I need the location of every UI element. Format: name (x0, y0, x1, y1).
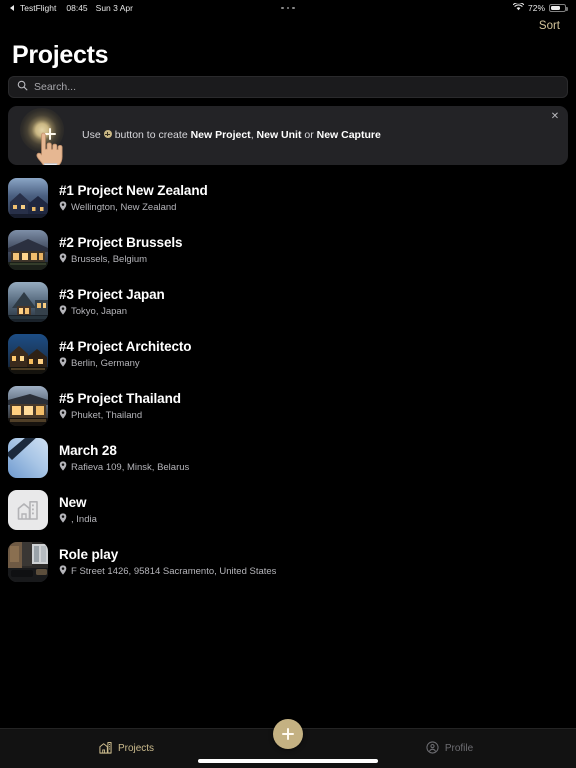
status-bar-date: Sun 3 Apr (95, 3, 133, 13)
project-title: New (59, 494, 87, 510)
project-row-texts: #5 Project Thailand Phuket, Thailand (59, 391, 181, 422)
project-location-text: Berlin, Germany (71, 357, 140, 369)
project-row-texts: New , India (59, 495, 97, 526)
building-icon (99, 741, 112, 757)
location-pin-icon (59, 200, 67, 214)
project-row[interactable]: #1 Project New Zealand Wellington, New Ze… (0, 172, 576, 224)
back-arrow-icon[interactable] (10, 5, 14, 11)
project-location: Berlin, Germany (59, 356, 191, 370)
project-location: Wellington, New Zealand (59, 200, 208, 214)
status-bar-back-app[interactable]: TestFlight (20, 3, 56, 13)
project-title: #2 Project Brussels (59, 234, 183, 250)
project-location-text: F Street 1426, 95814 Sacramento, United … (71, 565, 277, 577)
project-thumbnail (8, 386, 48, 426)
banner-text-middle: button to create (114, 128, 188, 141)
wifi-icon (512, 2, 525, 13)
project-row[interactable]: #2 Project Brussels Brussels, Belgium (0, 224, 576, 276)
location-pin-icon (59, 564, 67, 578)
project-location-text: Tokyo, Japan (71, 305, 127, 317)
location-pin-icon (59, 356, 67, 370)
status-bar-right: 72% (512, 2, 568, 13)
app-screen: TestFlight 08:45 Sun 3 Apr 72% Sort Proj… (0, 0, 576, 768)
banner-text-prefix: Use (82, 128, 101, 141)
location-pin-icon (59, 460, 67, 474)
project-thumbnail (8, 490, 48, 530)
project-location-text: , India (71, 513, 97, 525)
project-location-text: Brussels, Belgium (71, 253, 148, 265)
project-row[interactable]: New , India (0, 484, 576, 536)
sort-row: Sort (535, 18, 564, 34)
project-location: Tokyo, Japan (59, 304, 165, 318)
location-pin-icon (59, 304, 67, 318)
project-title: #1 Project New Zealand (59, 182, 208, 198)
plus-icon (103, 130, 112, 139)
project-row-texts: #2 Project Brussels Brussels, Belgium (59, 234, 183, 266)
project-location: Phuket, Thailand (59, 408, 181, 422)
project-row[interactable]: #5 Project Thailand Phuket, Thailand (0, 380, 576, 432)
location-pin-icon (59, 408, 67, 422)
tab-profile-label: Profile (444, 743, 474, 754)
project-thumbnail (8, 282, 48, 322)
page-title: Projects (12, 41, 109, 69)
person-circle-icon (426, 740, 439, 757)
project-thumbnail (8, 178, 48, 218)
battery-icon (549, 3, 568, 13)
location-pin-icon (59, 512, 67, 526)
create-new-button[interactable] (273, 719, 303, 749)
ellipsis-icon (281, 6, 295, 10)
project-row[interactable]: #4 Project Architecto Berlin, Germany (0, 328, 576, 380)
project-row-texts: March 28 Rafieva 109, Minsk, Belarus (59, 443, 189, 474)
status-bar-time: 08:45 (66, 3, 88, 13)
project-title: #5 Project Thailand (59, 390, 181, 406)
project-location: Brussels, Belgium (59, 252, 182, 266)
banner-separator-2: or (301, 128, 317, 141)
project-row[interactable]: Role play F Street 1426, 95814 Sacramento… (0, 536, 576, 588)
project-thumbnail (8, 542, 48, 582)
project-title: #3 Project Japan (59, 286, 165, 302)
project-title: Role play (59, 546, 119, 562)
banner-illustration (12, 106, 82, 165)
project-row-texts: Role play F Street 1426, 95814 Sacramento… (59, 547, 276, 578)
home-indicator (198, 759, 378, 763)
create-hint-banner: ✕ Use button to create New Project, New U… (8, 106, 568, 165)
search-bar[interactable] (8, 76, 568, 98)
project-location-text: Rafieva 109, Minsk, Belarus (71, 461, 190, 473)
project-row-texts: #3 Project Japan Tokyo, Japan (59, 287, 165, 318)
close-icon[interactable]: ✕ (548, 110, 562, 124)
project-title: #4 Project Architecto (59, 338, 192, 354)
project-location-text: Wellington, New Zealand (71, 201, 177, 213)
status-bar-left: TestFlight 08:45 Sun 3 Apr (10, 3, 133, 13)
search-input[interactable] (34, 81, 559, 93)
project-thumbnail (8, 334, 48, 374)
banner-bold-new-unit: New Unit (256, 128, 302, 141)
search-icon (17, 78, 28, 96)
project-thumbnail (8, 230, 48, 270)
project-location: Rafieva 109, Minsk, Belarus (59, 460, 190, 474)
plus-icon (282, 728, 294, 740)
sort-button[interactable]: Sort (535, 18, 564, 34)
project-row-texts: #1 Project New Zealand Wellington, New Ze… (59, 183, 208, 214)
project-list: #1 Project New Zealand Wellington, New Ze… (0, 172, 576, 588)
project-location-text: Phuket, Thailand (71, 409, 143, 421)
project-row[interactable]: March 28 Rafieva 109, Minsk, Belarus (0, 432, 576, 484)
banner-text: Use button to create New Project, New Uni… (82, 106, 542, 165)
project-title: March 28 (59, 442, 117, 458)
pointing-hand-icon (32, 128, 66, 165)
banner-bold-new-project: New Project (190, 128, 251, 141)
location-pin-icon (59, 252, 67, 266)
project-row[interactable]: #3 Project Japan Tokyo, Japan (0, 276, 576, 328)
project-thumbnail (8, 438, 48, 478)
project-location: F Street 1426, 95814 Sacramento, United … (59, 564, 277, 578)
banner-bold-new-capture: New Capture (316, 128, 381, 141)
battery-percent: 72% (527, 3, 545, 13)
status-bar: TestFlight 08:45 Sun 3 Apr 72% (0, 0, 576, 16)
project-row-texts: #4 Project Architecto Berlin, Germany (59, 338, 192, 370)
project-location: , India (59, 512, 97, 526)
tab-projects-label: Projects (117, 743, 155, 754)
